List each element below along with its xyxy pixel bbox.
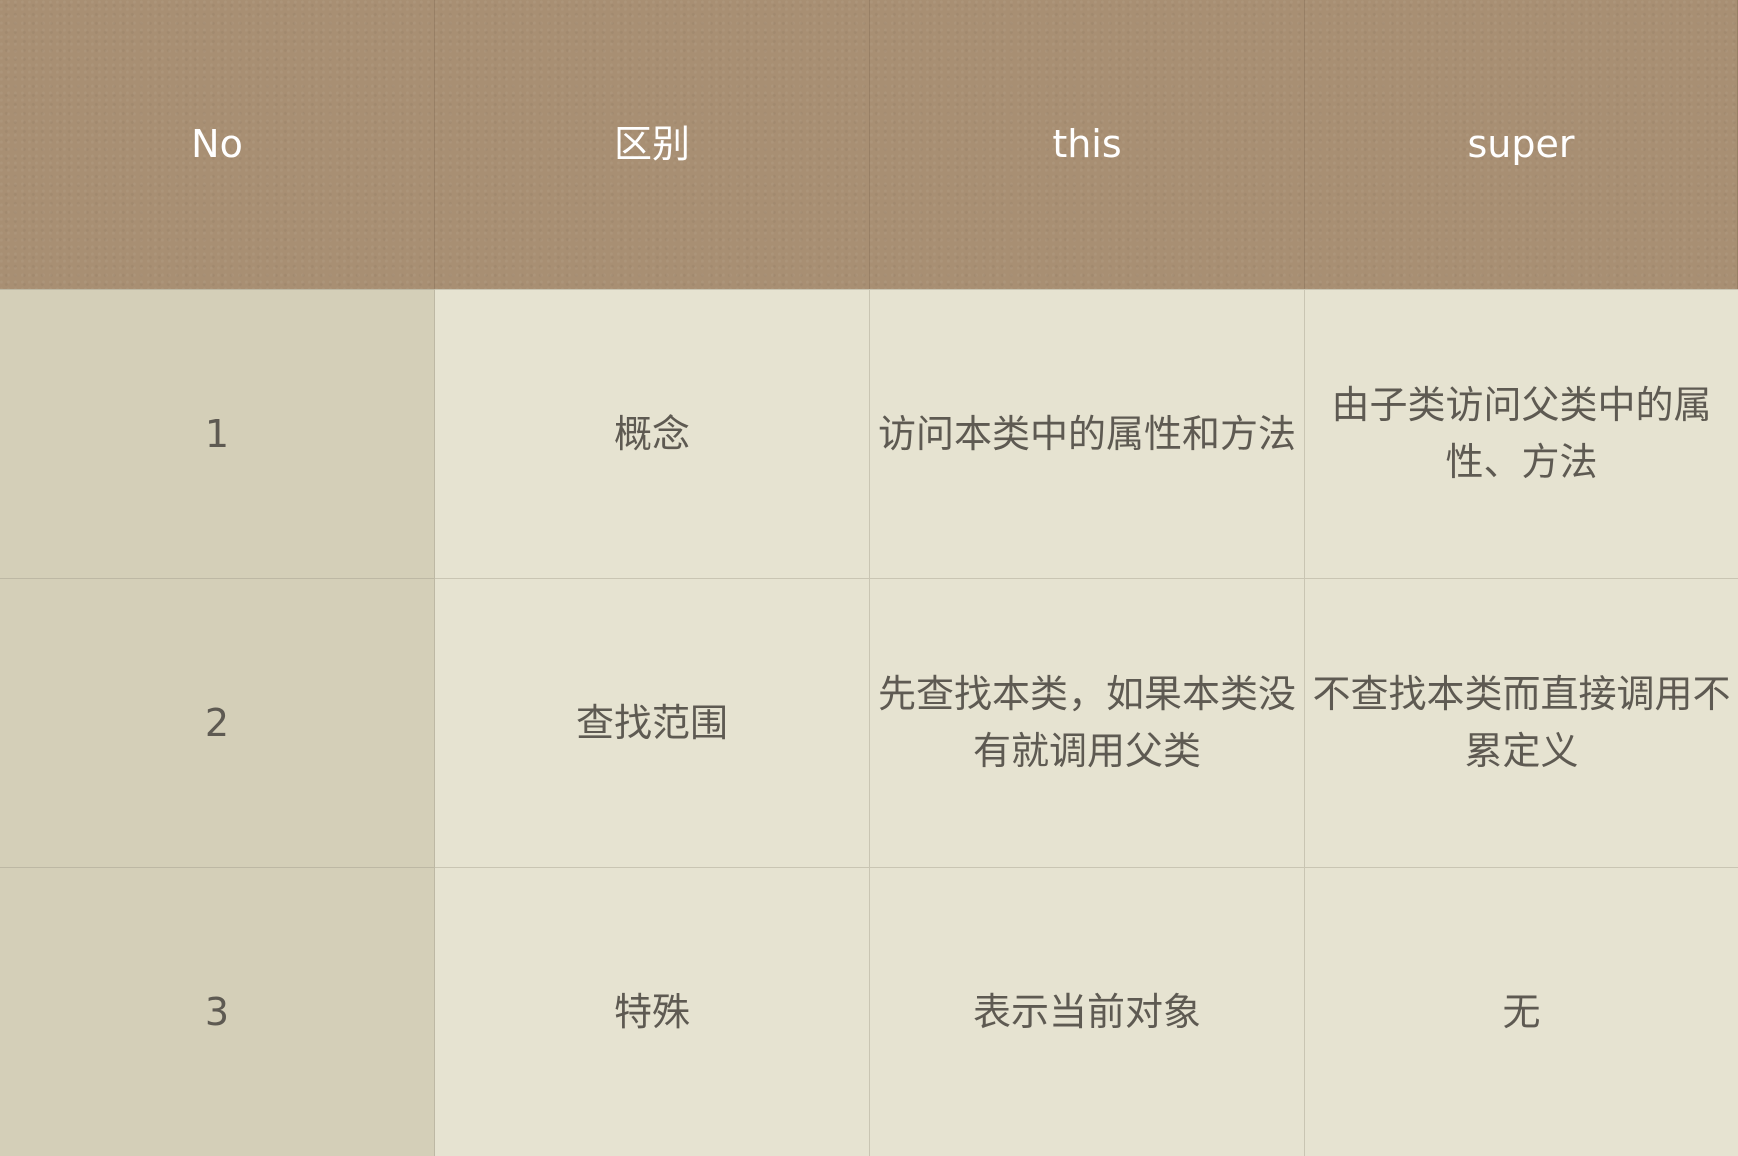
row-1-no-value: 1 <box>204 411 230 456</box>
row-3-no: 3 <box>0 867 435 1156</box>
header-super-label: super <box>1467 122 1575 166</box>
row-3-this-value: 表示当前对象 <box>972 989 1201 1034</box>
row-3-diff: 特殊 <box>435 867 870 1156</box>
header-diff: 区别 <box>435 0 870 289</box>
row-1-diff-value: 概念 <box>613 411 690 456</box>
row-3-super-value: 无 <box>1502 989 1541 1034</box>
header-no-label: No <box>191 122 243 166</box>
row-2-super: 不查找本类而直接调用不累定义 <box>1305 578 1738 867</box>
row-2-diff-value: 查找范围 <box>575 700 728 745</box>
header-super: super <box>1305 0 1738 289</box>
row-3-diff-value: 特殊 <box>613 989 690 1034</box>
comparison-table: No 区别 this super 1 概念 访问本类中的属性和方法 由子类访问父… <box>0 0 1738 1156</box>
header-diff-label: 区别 <box>613 122 690 166</box>
header-this-label: this <box>1052 122 1122 166</box>
row-3-super: 无 <box>1305 867 1738 1156</box>
row-1-super: 由子类访问父类中的属性、方法 <box>1305 289 1738 578</box>
row-3-no-value: 3 <box>204 989 230 1034</box>
row-1-this-value: 访问本类中的属性和方法 <box>877 411 1296 456</box>
row-1-diff: 概念 <box>435 289 870 578</box>
row-2-super-value: 不查找本类而直接调用不累定义 <box>1312 672 1731 773</box>
row-2-this: 先查找本类，如果本类没有就调用父类 <box>870 578 1305 867</box>
row-2-no-value: 2 <box>204 700 230 745</box>
row-2-this-value: 先查找本类，如果本类没有就调用父类 <box>877 672 1296 773</box>
row-3-this: 表示当前对象 <box>870 867 1305 1156</box>
row-1-no: 1 <box>0 289 435 578</box>
header-no: No <box>0 0 435 289</box>
row-2-diff: 查找范围 <box>435 578 870 867</box>
row-1-super-value: 由子类访问父类中的属性、方法 <box>1331 383 1712 484</box>
row-2-no: 2 <box>0 578 435 867</box>
header-this: this <box>870 0 1305 289</box>
row-1-this: 访问本类中的属性和方法 <box>870 289 1305 578</box>
